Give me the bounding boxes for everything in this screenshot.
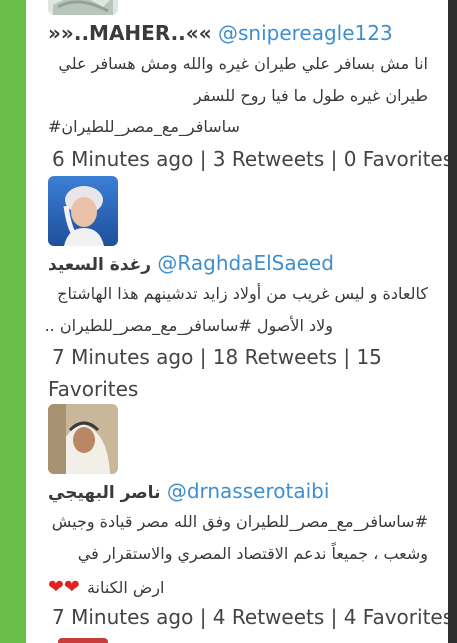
avatar-nasser[interactable] <box>48 404 118 474</box>
avatar-raghda[interactable] <box>48 176 118 246</box>
tweet-1-author: »»..MAHER..«« @snipereagle123 <box>48 21 393 45</box>
tweet-2-meta-line-2: Favorites <box>48 377 139 401</box>
author-handle[interactable]: @snipereagle123 <box>218 21 393 45</box>
author-name: »»..MAHER..«« <box>48 21 212 45</box>
tweet-1: »»..MAHER..«« @snipereagle123 انا مش بسا… <box>26 0 448 171</box>
tweet-2-author: رغدة السعيد @RaghdaElSaeed <box>48 251 334 275</box>
left-accent-bar <box>0 0 26 643</box>
tweet-3: ناصر البهيجي @drnasserotaibi #ساسافر_مع_… <box>26 402 448 643</box>
tweet-2: رغدة السعيد @RaghdaElSaeed كالعادة و ليس… <box>26 174 448 404</box>
tweet-1-meta: 6 Minutes ago | 3 Retweets | 0 Favorites <box>52 147 448 171</box>
tweet-2-text-line-2: ولاد الأصول #ساسافر_مع_مصر_للطيران .. <box>44 316 333 335</box>
tweet-3-text-line-2: وشعب ، جميعاً ندعم الاقتصاد المصري والاس… <box>77 544 428 563</box>
heart-icon: ❤ <box>63 576 80 598</box>
avatar-maher[interactable] <box>48 0 118 15</box>
tweet-2-text-line-1: كالعادة و ليس غريب من أولاد زايد تدشينهم… <box>57 284 428 303</box>
tweet-3-meta: 7 Minutes ago | 4 Retweets | 4 Favorites <box>52 605 448 629</box>
tweet-3-text-line-1: #ساسافر_مع_مصر_للطيران وفق الله مصر قياد… <box>51 512 428 531</box>
tweet-3-text-end: ارض الكنانة <box>86 578 165 597</box>
tweet-1-text-line-2: طيران غيره طول ما فيا روح للسفر <box>193 86 428 105</box>
author-handle[interactable]: @drnasserotaibi <box>167 479 330 503</box>
tweet-3-text-line-3: ❤❤ ارض الكنانة <box>48 576 428 598</box>
tweet-3-author: ناصر البهيجي @drnasserotaibi <box>48 479 329 503</box>
tweet-1-hashtag[interactable]: #ساسافر_مع_مصر_للطيران <box>48 117 428 136</box>
heart-icon: ❤ <box>48 576 64 598</box>
tweet-1-text-line-1: انا مش بسافر علي طيران غيره والله ومش هس… <box>58 54 428 73</box>
right-scrollbar[interactable] <box>448 0 457 643</box>
author-handle[interactable]: @RaghdaElSaeed <box>157 251 333 275</box>
author-name: رغدة السعيد <box>48 255 152 275</box>
tweet-2-meta-line-1: 7 Minutes ago | 18 Retweets | 15 <box>52 345 382 369</box>
author-name: ناصر البهيجي <box>48 483 161 503</box>
tweet-feed[interactable]: »»..MAHER..«« @snipereagle123 انا مش بسا… <box>26 0 448 643</box>
next-avatar-peek <box>58 638 108 643</box>
